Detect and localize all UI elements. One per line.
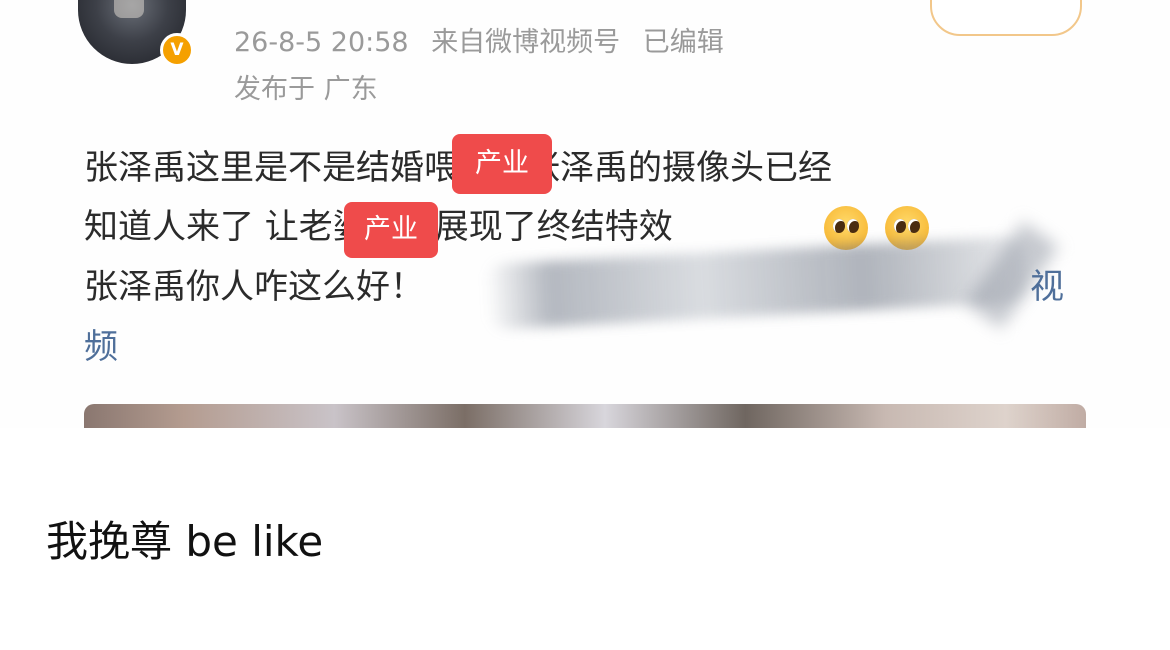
- post-meta: 26-8-5 20:58 来自微博视频号 已编辑: [234, 26, 738, 60]
- post-edited-label[interactable]: 已编辑: [643, 27, 724, 58]
- post-text-line: 张泽禹你人咋这么好！: [84, 267, 424, 307]
- more-video-link[interactable]: 视: [1030, 266, 1064, 308]
- video-thumbnail[interactable]: [84, 404, 1086, 428]
- censor-tag: 产业: [344, 202, 438, 258]
- weibo-post-screenshot: V 26-8-5 20:58 来自微博视频号 已编辑 发布于 广东 张泽禹这里是…: [0, 0, 1170, 428]
- redaction-blur: [484, 235, 1028, 331]
- follow-button[interactable]: [930, 0, 1082, 36]
- censor-tag: 产业: [452, 134, 552, 194]
- post-location: 发布于 广东: [234, 74, 378, 105]
- post-text-line-more[interactable]: 频: [84, 326, 118, 368]
- verified-badge-icon: V: [160, 33, 194, 67]
- post-timestamp: 26-8-5 20:58: [234, 27, 409, 58]
- post-source[interactable]: 来自微博视频号: [431, 27, 620, 58]
- caption-text: 我挽尊 be like: [46, 517, 324, 566]
